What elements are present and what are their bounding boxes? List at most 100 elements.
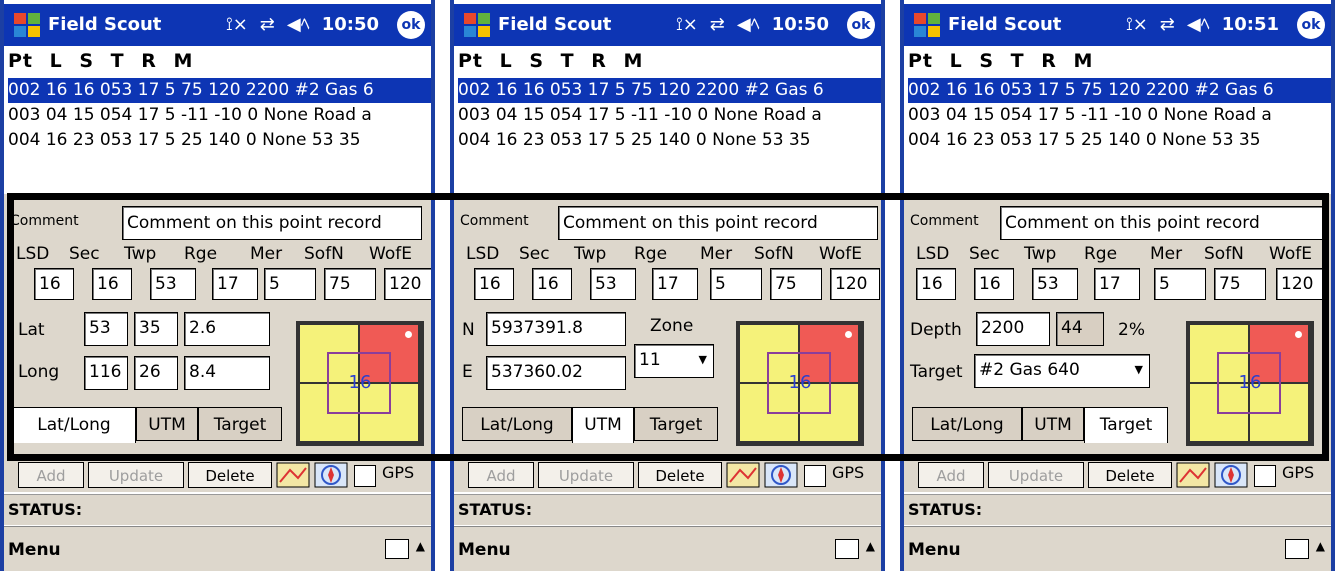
add-button[interactable]: Add (918, 462, 984, 488)
gps-checkbox[interactable] (804, 465, 826, 487)
dropdown-arrow-icon[interactable]: ▼ (699, 345, 707, 375)
target-select[interactable]: #2 Gas 640 ▼ (974, 354, 1150, 388)
signal-icon[interactable]: ⟟× (226, 10, 248, 40)
wofe-field[interactable]: 120 (384, 268, 434, 300)
ok-button[interactable]: ok (397, 11, 425, 39)
list-row[interactable]: 002 16 16 053 17 5 75 120 2200 #2 Gas 6 (908, 78, 1331, 103)
map-icon[interactable] (726, 462, 760, 488)
menu-button[interactable]: Menu (458, 535, 511, 565)
keyboard-icon[interactable] (835, 539, 859, 559)
ok-button[interactable]: ok (847, 11, 875, 39)
dropdown-arrow-icon[interactable]: ▼ (1135, 355, 1143, 385)
rge-field[interactable]: 17 (212, 268, 258, 300)
delete-button[interactable]: Delete (188, 462, 272, 488)
delete-button[interactable]: Delete (1088, 462, 1172, 488)
sync-icon[interactable]: ⇄ (1160, 10, 1175, 40)
section-grid[interactable]: 16 (1186, 321, 1314, 446)
point-list[interactable]: 002 16 16 053 17 5 75 120 2200 #2 Gas 6 … (458, 78, 881, 193)
keyboard-icon[interactable] (1285, 539, 1309, 559)
comment-field[interactable]: Comment on this point record (558, 206, 878, 240)
compass-icon[interactable] (314, 462, 348, 488)
lsd-field[interactable]: 16 (474, 268, 514, 300)
lsd-field[interactable]: 16 (916, 268, 956, 300)
list-row[interactable]: 004 16 23 053 17 5 25 140 0 None 53 35 (8, 128, 431, 153)
delete-button[interactable]: Delete (638, 462, 722, 488)
caret-up-icon[interactable]: ▲ (866, 539, 875, 553)
list-row[interactable]: 004 16 23 053 17 5 25 140 0 None 53 35 (458, 128, 881, 153)
signal-icon[interactable]: ⟟× (1126, 10, 1148, 40)
menu-button[interactable]: Menu (8, 535, 61, 565)
mer-field[interactable]: 5 (1154, 268, 1206, 300)
tab-latlong[interactable]: Lat/Long (12, 407, 136, 443)
lsd-field[interactable]: 16 (34, 268, 74, 300)
list-row[interactable]: 002 16 16 053 17 5 75 120 2200 #2 Gas 6 (458, 78, 881, 103)
update-button[interactable]: Update (88, 462, 184, 488)
mer-field[interactable]: 5 (710, 268, 762, 300)
tab-utm[interactable]: UTM (1022, 407, 1084, 441)
lat-sec-field[interactable]: 2.6 (184, 312, 270, 346)
tab-target[interactable]: Target (1084, 407, 1168, 443)
caret-up-icon[interactable]: ▲ (416, 539, 425, 553)
add-button[interactable]: Add (468, 462, 534, 488)
gps-checkbox[interactable] (354, 465, 376, 487)
tab-target[interactable]: Target (634, 407, 718, 441)
lat-deg-field[interactable]: 53 (84, 312, 128, 346)
keyboard-icon[interactable] (385, 539, 409, 559)
speaker-icon[interactable]: ◀ﾍ (287, 10, 310, 40)
sofn-field[interactable]: 75 (1214, 268, 1266, 300)
tab-utm[interactable]: UTM (572, 407, 634, 443)
northing-field[interactable]: 5937391.8 (486, 312, 626, 346)
mer-field[interactable]: 5 (264, 268, 316, 300)
list-row[interactable]: 004 16 23 053 17 5 25 140 0 None 53 35 (908, 128, 1331, 153)
windows-logo-icon[interactable] (462, 10, 492, 40)
ok-button[interactable]: ok (1297, 11, 1325, 39)
sync-icon[interactable]: ⇄ (710, 10, 725, 40)
compass-icon[interactable] (1214, 462, 1248, 488)
tab-latlong[interactable]: Lat/Long (462, 407, 572, 441)
windows-logo-icon[interactable] (12, 10, 42, 40)
map-icon[interactable] (1176, 462, 1210, 488)
sec-field[interactable]: 16 (974, 268, 1014, 300)
menu-button[interactable]: Menu (908, 535, 961, 565)
long-deg-field[interactable]: 116 (84, 356, 128, 390)
long-min-field[interactable]: 26 (134, 356, 178, 390)
zone-select[interactable]: 11 ▼ (634, 344, 714, 378)
twp-field[interactable]: 53 (590, 268, 636, 300)
wofe-field[interactable]: 120 (1276, 268, 1326, 300)
speaker-icon[interactable]: ◀ﾍ (737, 10, 760, 40)
sync-icon[interactable]: ⇄ (260, 10, 275, 40)
twp-field[interactable]: 53 (1032, 268, 1078, 300)
sec-field[interactable]: 16 (92, 268, 132, 300)
gps-checkbox[interactable] (1254, 465, 1276, 487)
list-row[interactable]: 002 16 16 053 17 5 75 120 2200 #2 Gas 6 (8, 78, 431, 103)
speaker-icon[interactable]: ◀ﾍ (1187, 10, 1210, 40)
section-grid[interactable]: 16 (296, 321, 424, 446)
point-list[interactable]: 002 16 16 053 17 5 75 120 2200 #2 Gas 6 … (908, 78, 1331, 193)
list-row[interactable]: 003 04 15 054 17 5 -11 -10 0 None Road a (908, 103, 1331, 128)
comment-field[interactable]: Comment on this point record (122, 206, 422, 240)
signal-icon[interactable]: ⟟× (676, 10, 698, 40)
sofn-field[interactable]: 75 (770, 268, 822, 300)
tab-latlong[interactable]: Lat/Long (912, 407, 1022, 441)
caret-up-icon[interactable]: ▲ (1316, 539, 1325, 553)
add-button[interactable]: Add (18, 462, 84, 488)
windows-logo-icon[interactable] (912, 10, 942, 40)
depth-field[interactable]: 2200 (976, 312, 1050, 346)
list-row[interactable]: 003 04 15 054 17 5 -11 -10 0 None Road a (8, 103, 431, 128)
clock[interactable]: 10:50 (322, 10, 379, 40)
rge-field[interactable]: 17 (652, 268, 698, 300)
twp-field[interactable]: 53 (150, 268, 196, 300)
sec-field[interactable]: 16 (532, 268, 572, 300)
wofe-field[interactable]: 120 (830, 268, 880, 300)
map-icon[interactable] (276, 462, 310, 488)
easting-field[interactable]: 537360.02 (486, 356, 626, 390)
long-sec-field[interactable]: 8.4 (184, 356, 270, 390)
compass-icon[interactable] (764, 462, 798, 488)
tab-target[interactable]: Target (198, 407, 282, 441)
point-list[interactable]: 002 16 16 053 17 5 75 120 2200 #2 Gas 6 … (8, 78, 431, 193)
list-row[interactable]: 003 04 15 054 17 5 -11 -10 0 None Road a (458, 103, 881, 128)
comment-field[interactable]: Comment on this point record (1000, 206, 1328, 240)
tab-utm[interactable]: UTM (136, 407, 198, 441)
section-grid[interactable]: 16 (736, 321, 864, 446)
sofn-field[interactable]: 75 (324, 268, 376, 300)
